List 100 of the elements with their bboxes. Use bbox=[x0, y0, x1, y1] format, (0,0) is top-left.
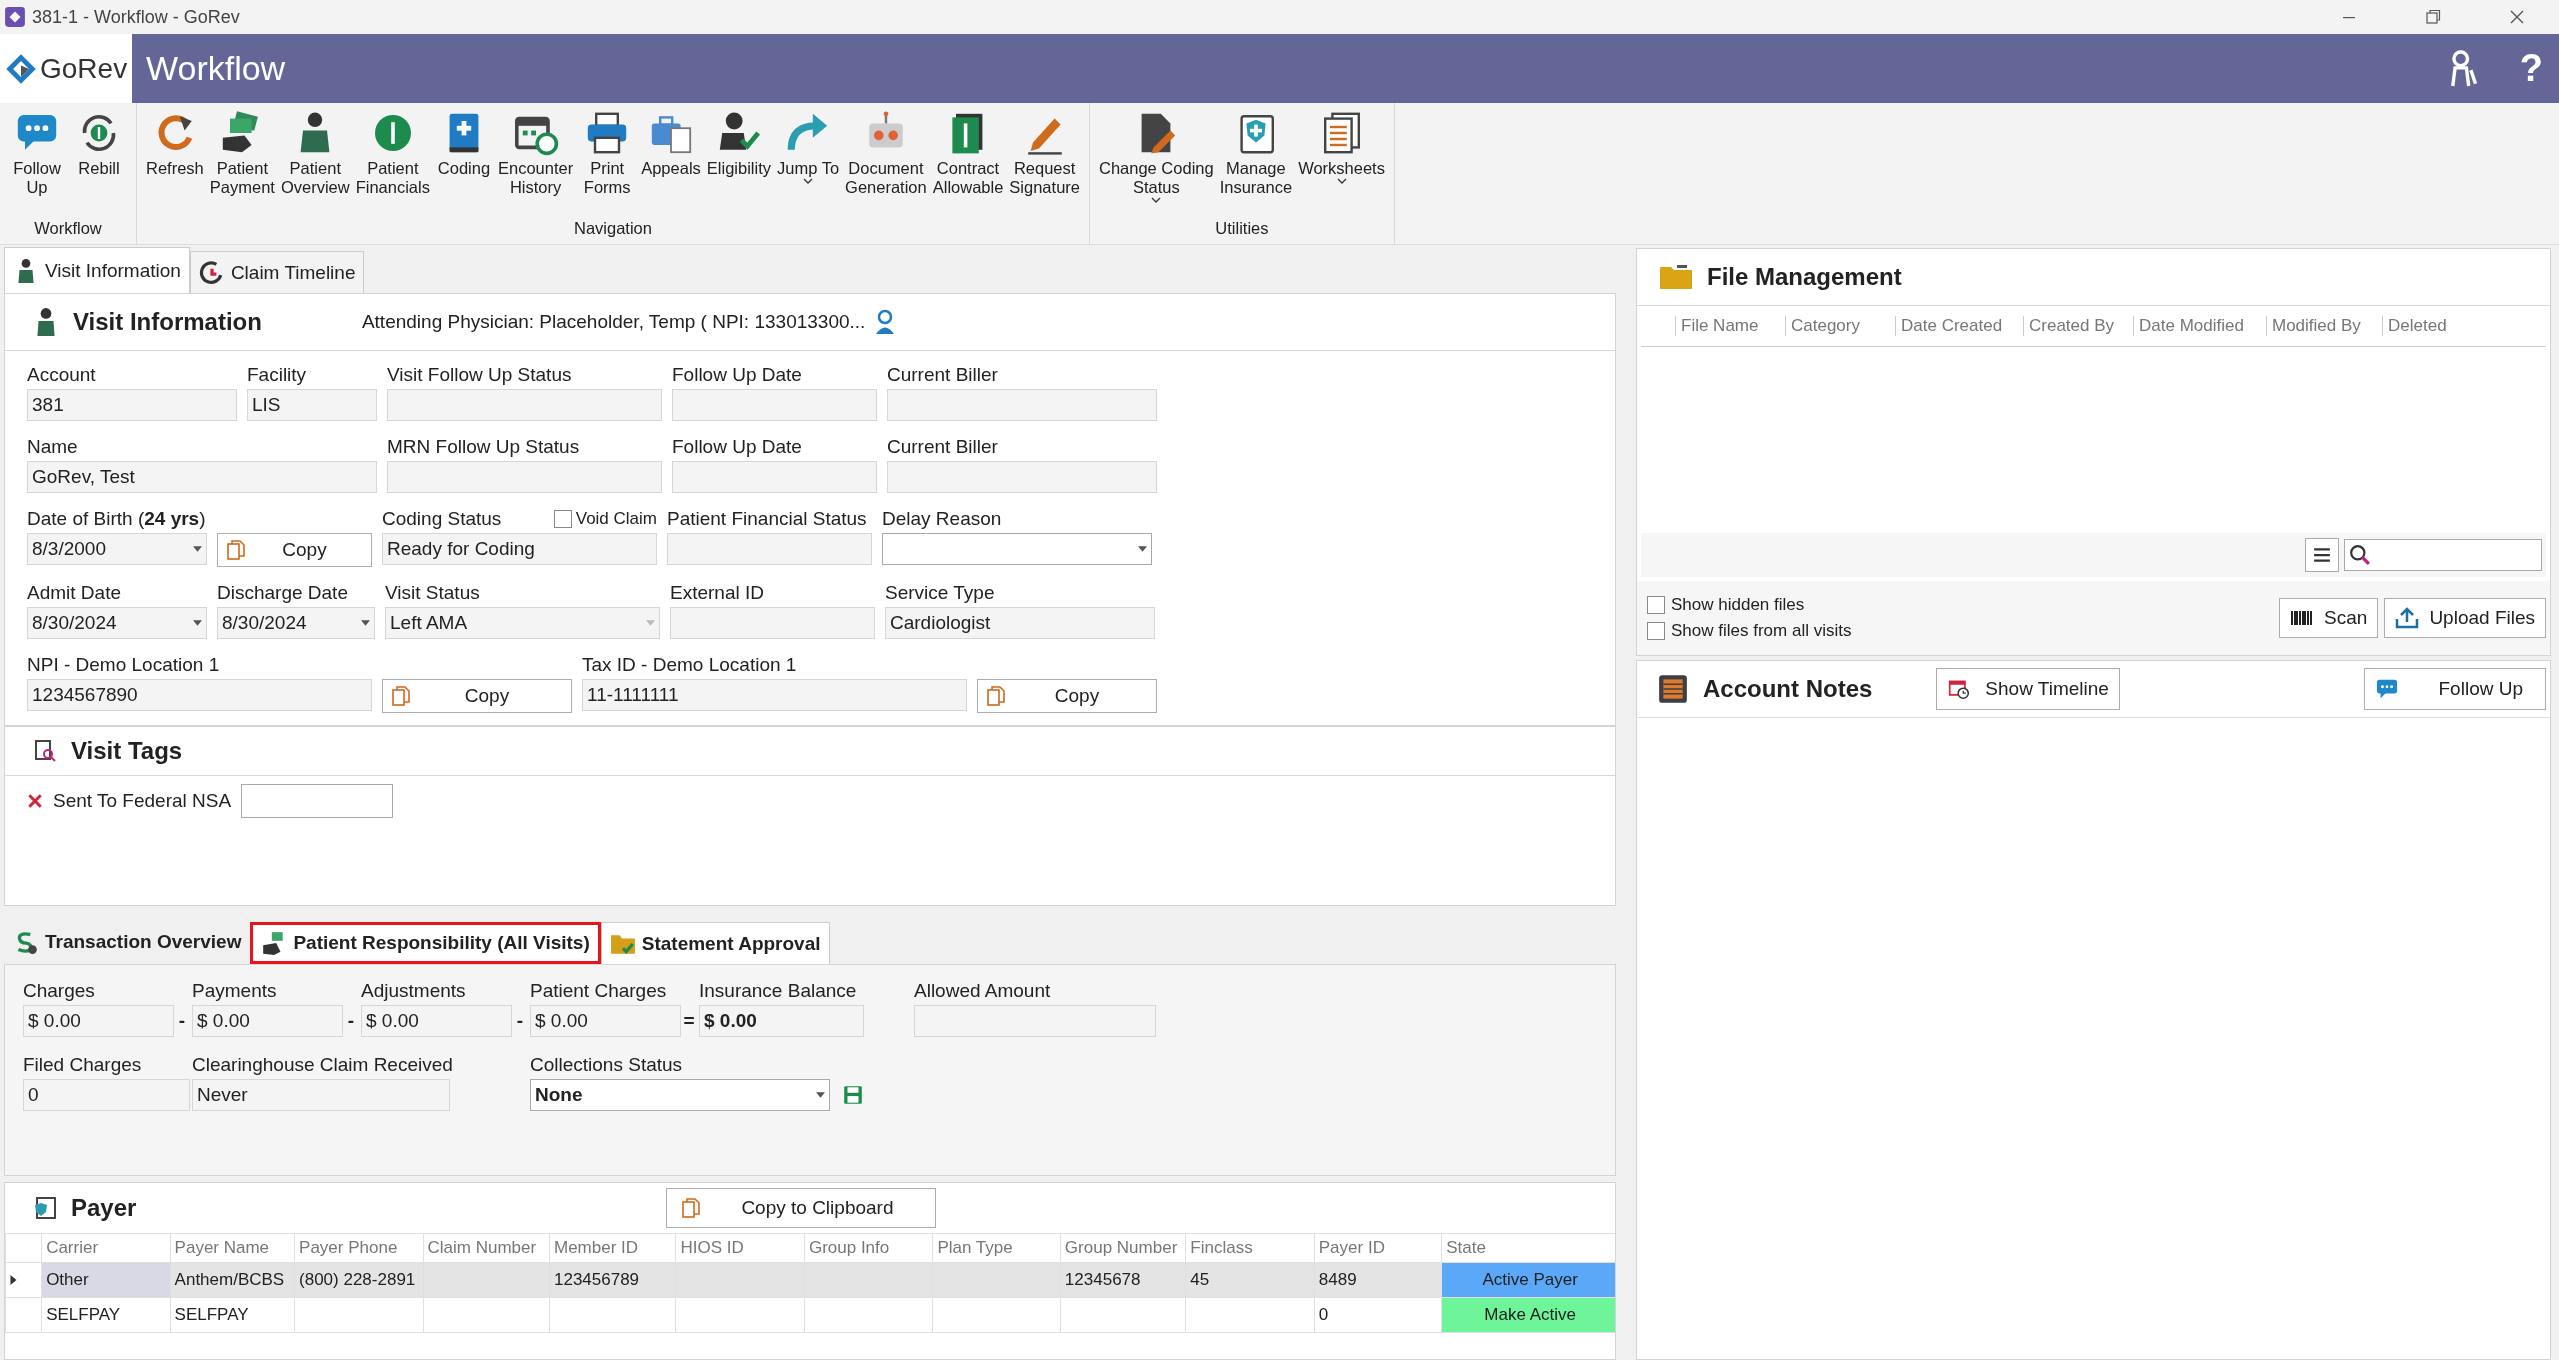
dropdown-field[interactable] bbox=[882, 533, 1152, 565]
dropdown-field[interactable]: 8/3/2000 bbox=[27, 533, 207, 565]
notes-icon bbox=[1657, 673, 1689, 705]
ribbon-button[interactable]: Change Coding Status bbox=[1096, 109, 1217, 217]
column-header[interactable]: Date Modified bbox=[2133, 316, 2266, 336]
copy-button[interactable]: Copy bbox=[382, 679, 572, 713]
table-row[interactable]: SELFPAY SELFPAY 0 Make Active bbox=[5, 1297, 1615, 1333]
tab[interactable]: Claim Timeline bbox=[189, 251, 365, 293]
text-field[interactable] bbox=[672, 461, 877, 493]
checkbox[interactable] bbox=[553, 510, 572, 528]
column-header[interactable]: Created By bbox=[2023, 316, 2133, 336]
ribbon-button[interactable]: Appeals bbox=[638, 109, 704, 217]
column-header[interactable]: HIOS ID bbox=[675, 1233, 805, 1263]
remove-icon[interactable] bbox=[27, 793, 43, 809]
text-field[interactable]: GoRev, Test bbox=[27, 461, 377, 493]
dropdown-field[interactable]: None bbox=[530, 1079, 830, 1111]
column-header[interactable]: Modified By bbox=[2266, 316, 2382, 336]
ribbon-button[interactable]: Manage Insurance bbox=[1216, 109, 1296, 217]
ribbon-button[interactable]: Jump To bbox=[774, 109, 843, 217]
search-field[interactable] bbox=[2344, 539, 2542, 571]
text-field[interactable]: LIS bbox=[247, 389, 377, 421]
ribbon-button[interactable]: Worksheets bbox=[1295, 109, 1388, 217]
column-header[interactable]: File Name bbox=[1675, 316, 1785, 336]
tab[interactable]: Statement Approval bbox=[600, 922, 830, 964]
checkbox[interactable] bbox=[1647, 622, 1665, 640]
restore-icon[interactable] bbox=[2423, 7, 2443, 27]
text-field[interactable] bbox=[667, 533, 872, 565]
copy-to-clipboard-button[interactable]: Copy to Clipboard bbox=[666, 1188, 937, 1228]
ribbon-button[interactable]: Follow Up bbox=[6, 109, 68, 217]
column-header[interactable]: Deleted bbox=[2382, 316, 2493, 336]
ribbon-button[interactable]: Refresh bbox=[143, 109, 207, 217]
column-header[interactable]: Payer Name bbox=[170, 1233, 295, 1263]
column-header[interactable]: Group Info bbox=[804, 1233, 933, 1263]
tab[interactable]: Patient Responsibility (All Visits) bbox=[250, 922, 601, 964]
field-label: Patient Charges bbox=[530, 980, 667, 1002]
field-label: Current Biller bbox=[887, 436, 998, 458]
ribbon-button[interactable]: Contract Allowable bbox=[929, 109, 1007, 217]
column-header[interactable]: Group Number bbox=[1060, 1233, 1186, 1263]
table-row[interactable]: Other Anthem/BCBS (800) 228-2891 123456789 12345678 45 8489 Active Payer bbox=[5, 1262, 1615, 1298]
column-header[interactable]: Finclass bbox=[1185, 1233, 1315, 1263]
ribbon-button[interactable]: Patient Overview bbox=[277, 109, 353, 217]
help-button[interactable]: ? bbox=[2519, 47, 2543, 90]
text-field[interactable] bbox=[672, 389, 877, 421]
column-header[interactable]: Claim Number bbox=[423, 1233, 550, 1263]
payer-state-button[interactable]: Active Payer bbox=[1441, 1262, 1615, 1298]
table-cell: 0 bbox=[1318, 1305, 1329, 1324]
column-header[interactable]: State bbox=[1441, 1233, 1615, 1263]
notes-button[interactable]: Follow Up bbox=[2363, 668, 2546, 710]
save-icon[interactable] bbox=[842, 1084, 864, 1106]
field-label: Service Type bbox=[885, 582, 995, 604]
ribbon-button[interactable]: Eligibility bbox=[703, 109, 774, 217]
ribbon-button[interactable]: Patient Payment bbox=[206, 109, 278, 217]
text-field[interactable] bbox=[914, 1005, 1156, 1037]
column-header[interactable]: Date Created bbox=[1895, 316, 2023, 336]
text-field[interactable]: 0 bbox=[23, 1079, 190, 1111]
column-header[interactable]: Plan Type bbox=[932, 1233, 1061, 1263]
text-field[interactable]: 11-1111111 bbox=[582, 679, 967, 711]
ribbon-button[interactable]: Print Forms bbox=[576, 109, 639, 217]
field-label: Coding Status bbox=[382, 508, 502, 530]
column-header[interactable]: Payer Phone bbox=[294, 1233, 423, 1263]
checkbox[interactable] bbox=[1647, 596, 1665, 614]
copy-icon bbox=[986, 685, 1006, 707]
field-label: MRN Follow Up Status bbox=[387, 436, 580, 458]
ribbon-button[interactable]: Document Generation bbox=[842, 109, 930, 217]
column-header[interactable]: Member ID bbox=[549, 1233, 676, 1263]
ribbon-button[interactable]: Request Signature bbox=[1006, 109, 1083, 217]
column-header[interactable]: Payer ID bbox=[1314, 1233, 1442, 1263]
ribbon-button[interactable]: Patient Financials bbox=[352, 109, 433, 217]
dropdown-field[interactable]: 8/30/2024 bbox=[27, 607, 207, 639]
ribbon-button[interactable]: Coding bbox=[432, 109, 495, 217]
file-button[interactable]: Upload Files bbox=[2384, 598, 2546, 638]
text-field[interactable]: Ready for Coding bbox=[382, 533, 657, 565]
tab[interactable]: Visit Information bbox=[4, 247, 190, 293]
text-field[interactable] bbox=[887, 461, 1157, 493]
text-field[interactable] bbox=[887, 389, 1157, 421]
text-field[interactable] bbox=[670, 607, 875, 639]
column-header[interactable]: Carrier bbox=[41, 1233, 171, 1263]
column-header[interactable]: Category bbox=[1785, 316, 1895, 336]
text-field[interactable]: Never bbox=[192, 1079, 450, 1111]
copy-button[interactable]: Copy bbox=[977, 679, 1157, 713]
text-field[interactable]: 381 bbox=[27, 389, 237, 421]
menu-button[interactable] bbox=[2305, 538, 2339, 572]
text-field[interactable]: $ 0.00 bbox=[192, 1005, 343, 1037]
text-field[interactable]: $ 0.00 bbox=[699, 1005, 864, 1037]
text-field[interactable] bbox=[387, 461, 662, 493]
text-field[interactable]: $ 0.00 bbox=[23, 1005, 174, 1037]
text-field[interactable]: $ 0.00 bbox=[361, 1005, 512, 1037]
file-button[interactable]: Scan bbox=[2279, 598, 2379, 638]
text-field[interactable]: $ 0.00 bbox=[530, 1005, 681, 1037]
notes-button[interactable]: Show Timeline bbox=[1936, 668, 2120, 710]
dropdown-field[interactable]: 8/30/2024 bbox=[217, 607, 375, 639]
ribbon-button[interactable]: Rebill bbox=[68, 109, 130, 217]
text-field[interactable] bbox=[387, 389, 662, 421]
tag-field[interactable] bbox=[241, 784, 394, 818]
ribbon-button[interactable]: Encounter History bbox=[494, 109, 577, 217]
text-field[interactable]: Cardiologist bbox=[885, 607, 1155, 639]
tab[interactable]: Transaction Overview bbox=[4, 918, 251, 964]
payer-state-button[interactable]: Make Active bbox=[1441, 1297, 1615, 1333]
copy-button[interactable]: Copy bbox=[217, 533, 372, 567]
text-field[interactable]: 1234567890 bbox=[27, 679, 372, 711]
